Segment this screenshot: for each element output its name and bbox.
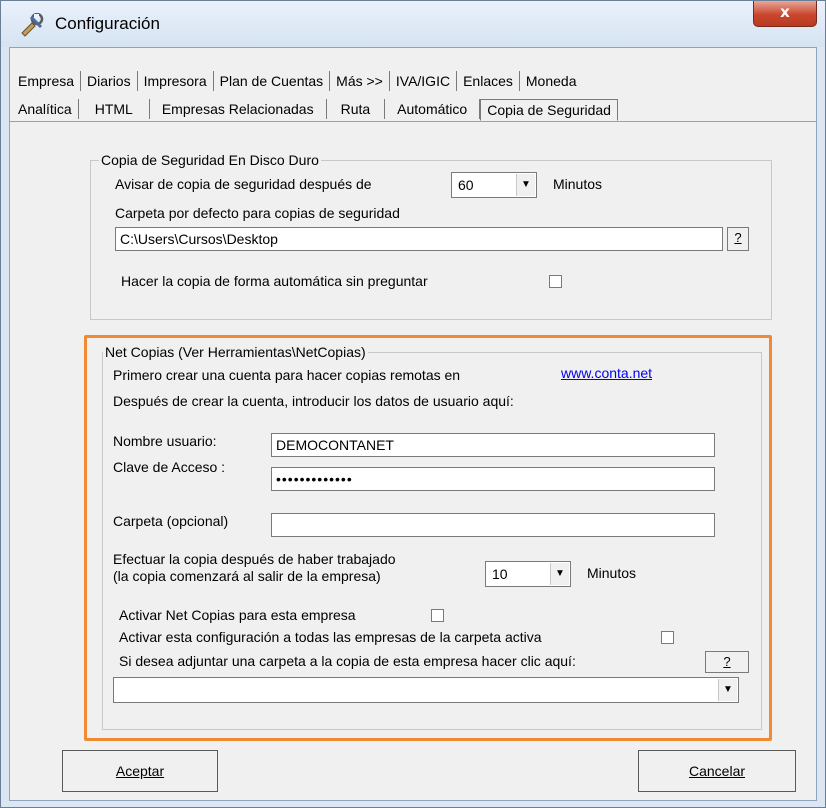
attach-folder-button[interactable]: ? [705,651,749,673]
tab-page-divider [10,121,816,122]
notice-unit: Minutos [553,176,603,192]
disk-backup-group: Copia de Seguridad En Disco Duro Avisar … [90,152,772,320]
chevron-down-icon[interactable]: ▼ [550,563,569,585]
username-label: Nombre usuario: [113,433,217,449]
auto-backup-label: Hacer la copia de forma automática sin p… [121,273,428,289]
tab-copia-de-seguridad[interactable]: Copia de Seguridad [480,99,618,121]
tab-moneda[interactable]: Moneda [520,71,583,91]
password-field[interactable]: ••••••••••••• [271,467,715,491]
default-folder-label: Carpeta por defecto para copias de segur… [115,205,400,221]
tab-mas[interactable]: Más >> [330,71,390,91]
tab-diarios[interactable]: Diarios [81,71,138,91]
conta-net-link[interactable]: www.conta.net [561,365,652,381]
window-title: Configuración [55,14,160,33]
intro-line-2: Después de crear la cuenta, introducir l… [113,393,514,409]
auto-backup-checkbox[interactable] [549,275,562,288]
after-minutes-unit: Minutos [587,565,637,581]
chevron-down-icon[interactable]: ▼ [718,679,737,701]
notice-label: Avisar de copia de seguridad después de [115,176,372,192]
net-folder-label: Carpeta (opcional) [113,513,229,529]
password-label: Clave de Acceso : [113,459,226,475]
default-folder-field[interactable]: C:\Users\Cursos\Desktop [115,227,723,251]
tabs-row-2: Analítica HTML Empresas Relacionadas Ruta Au… [12,98,618,121]
tabs-row-1: Empresa Diarios Impresora Plan de Cuentas Má… [12,71,582,93]
activate-label: Activar Net Copias para esta empresa [119,607,356,623]
activate-all-label: Activar esta configuración a todas las e… [119,629,542,645]
tab-impresora[interactable]: Impresora [138,71,214,91]
tab-iva-igic[interactable]: IVA/IGIC [390,71,458,91]
tab-ruta[interactable]: Ruta [327,99,386,119]
tab-empresa[interactable]: Empresa [12,71,82,91]
attach-folder-select[interactable]: ▼ [113,677,739,703]
cancel-button[interactable]: Cancelar [638,750,796,792]
disk-group-legend: Copia de Seguridad En Disco Duro [99,152,321,168]
intro-line-1: Primero crear una cuenta para hacer copi… [113,367,461,383]
tab-plan-de-cuentas[interactable]: Plan de Cuentas [214,71,331,91]
config-window: Configuración x Empresa Diarios Impresora P… [0,0,826,808]
net-group-legend: Net Copias (Ver Herramientas\NetCopias) [103,344,368,360]
attach-folder-label: Si desea adjuntar una carpeta a la copia… [119,653,576,669]
tab-enlaces[interactable]: Enlaces [457,71,520,91]
accept-button[interactable]: Aceptar [62,750,218,792]
close-button[interactable]: x [753,1,817,27]
net-folder-field[interactable] [271,513,715,537]
tab-automatico[interactable]: Automático [385,99,481,119]
after-work-label-2: (la copia comenzará al salir de la empre… [113,568,381,584]
notice-minutes-value: 60 [458,177,474,193]
chevron-down-icon[interactable]: ▼ [516,174,535,196]
tab-empresas-relacionadas[interactable]: Empresas Relacionadas [150,99,327,119]
dialog-client: Empresa Diarios Impresora Plan de Cuentas Má… [9,47,817,801]
browse-folder-button[interactable]: ? [727,227,749,251]
after-minutes-value: 10 [492,566,508,582]
notice-minutes-select[interactable]: 60 ▼ [451,172,537,198]
after-work-label-1: Efectuar la copia después de haber traba… [113,551,396,567]
tab-analitica[interactable]: Analítica [12,99,79,119]
title-bar[interactable]: Configuración x [1,1,825,47]
tools-icon [19,12,45,37]
username-field[interactable]: DEMOCONTANET [271,433,715,457]
close-icon: x [780,3,790,21]
tab-html[interactable]: HTML [79,99,150,119]
activate-all-checkbox[interactable] [661,631,674,644]
activate-checkbox[interactable] [431,609,444,622]
net-copias-group: Net Copias (Ver Herramientas\NetCopias) … [102,344,762,730]
after-minutes-select[interactable]: 10 ▼ [485,561,571,587]
